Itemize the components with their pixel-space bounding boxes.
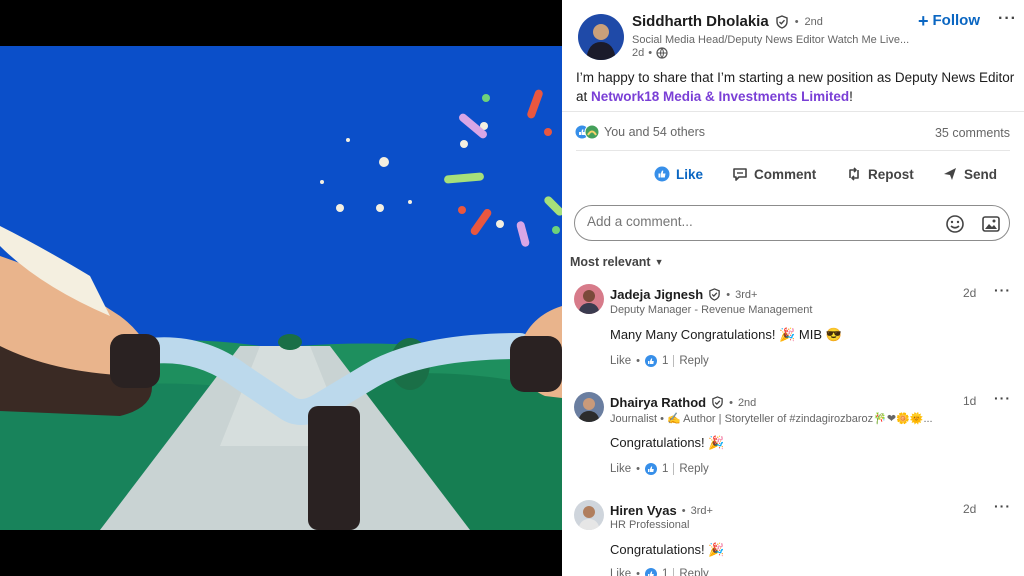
commenter-degree: 3rd+ xyxy=(690,504,713,517)
company-link[interactable]: Network18 Media & Investments Limited xyxy=(591,89,849,104)
comment-like-button[interactable]: Like xyxy=(610,463,631,475)
post-time: 2d xyxy=(632,47,645,59)
globe-icon xyxy=(656,47,668,59)
person-avatar-icon xyxy=(578,506,600,530)
caret-down-icon: ▼ xyxy=(654,257,664,267)
comment-input[interactable] xyxy=(585,213,919,230)
verified-shield-icon xyxy=(712,396,723,409)
reaction-icons xyxy=(574,124,600,140)
post-more-icon[interactable]: ··· xyxy=(998,10,1017,28)
comment-like-button[interactable]: Like xyxy=(610,568,631,576)
comment-more-icon[interactable]: ··· xyxy=(994,282,1011,298)
separator xyxy=(673,355,675,367)
bike-illustration xyxy=(0,46,562,530)
commenter-headline: Journalist • ✍ Author | Storyteller of #… xyxy=(610,413,933,425)
author-degree: 2nd xyxy=(804,15,823,28)
comment-reply-button[interactable]: Reply xyxy=(679,355,708,367)
repost-button[interactable]: Repost xyxy=(846,166,914,182)
comment-text: Congratulations! 🎉 xyxy=(610,435,725,450)
comment-like-count: 1 xyxy=(661,463,669,475)
commenter-avatar[interactable] xyxy=(574,500,604,530)
post-text-end: ! xyxy=(849,89,853,104)
reactions-summary[interactable]: You and 54 others xyxy=(574,124,705,140)
commenter-name[interactable]: Dhairya Rathod xyxy=(610,395,706,410)
send-button[interactable]: Send xyxy=(942,166,997,182)
comment-bubble-icon xyxy=(733,168,747,181)
divider xyxy=(562,111,1024,112)
comment-more-icon[interactable]: ··· xyxy=(994,390,1011,406)
separator xyxy=(673,463,675,475)
divider xyxy=(576,150,1010,151)
person-avatar-icon xyxy=(578,398,600,422)
comment-like-button[interactable]: Like xyxy=(610,355,631,367)
send-label: Send xyxy=(964,166,998,182)
commenter-degree: 2nd xyxy=(737,396,757,409)
comments-count[interactable]: 35 comments xyxy=(935,126,1010,140)
commenter-name[interactable]: Jadeja Jignesh xyxy=(610,287,703,302)
comment-text: Many Many Congratulations! 🎉 MIB 😎 xyxy=(610,327,842,342)
follow-button[interactable]: + Follow xyxy=(918,10,981,31)
comment-label: Comment xyxy=(754,166,817,182)
action-bar: Like Comment Repost Send xyxy=(562,160,1024,190)
author-headline: Social Media Head/Deputy News Editor Wat… xyxy=(632,34,910,46)
comment-like-count: 1 xyxy=(661,568,669,576)
commenter-headline: HR Professional xyxy=(610,519,690,531)
comment-time: 2d xyxy=(963,502,977,516)
reactions-count: You and 54 others xyxy=(604,125,706,139)
commenter-avatar[interactable] xyxy=(574,392,604,422)
repost-label: Repost xyxy=(868,166,914,182)
author-avatar[interactable] xyxy=(578,14,624,60)
commenter-headline: Deputy Manager - Revenue Management xyxy=(610,304,813,316)
comment-reply-button[interactable]: Reply xyxy=(679,568,708,576)
sort-label: Most relevant xyxy=(570,255,651,269)
like-label: Like xyxy=(676,166,704,182)
verified-shield-icon xyxy=(709,288,721,301)
verified-shield-icon xyxy=(775,14,788,29)
comment-reply-button[interactable]: Reply xyxy=(679,463,708,475)
plus-icon: + xyxy=(918,10,929,31)
comment-button[interactable]: Comment xyxy=(732,166,816,182)
person-avatar-icon xyxy=(586,24,616,60)
sort-dropdown[interactable]: Most relevant ▼ xyxy=(570,255,664,269)
comment-like-count: 1 xyxy=(661,355,669,367)
post-text: I’m happy to share that I’m starting a n… xyxy=(576,68,1016,106)
comment-text: Congratulations! 🎉 xyxy=(610,542,725,557)
author-name[interactable]: Siddharth Dholakia xyxy=(632,13,769,30)
like-reaction-icon xyxy=(644,463,657,475)
comment-time: 1d xyxy=(963,394,977,408)
like-thumb-icon xyxy=(654,166,670,182)
commenter-avatar[interactable] xyxy=(574,284,604,314)
repost-icon xyxy=(849,167,859,181)
like-reaction-icon xyxy=(644,568,657,576)
separator xyxy=(673,568,675,576)
comment-box xyxy=(574,205,1010,241)
image-icon[interactable] xyxy=(981,214,1001,234)
emoji-icon[interactable] xyxy=(945,214,965,234)
comment-more-icon[interactable]: ··· xyxy=(994,498,1011,514)
comment-time: 2d xyxy=(963,286,977,300)
like-button[interactable]: Like xyxy=(654,166,703,182)
person-avatar-icon xyxy=(578,290,600,314)
commenter-name[interactable]: Hiren Vyas xyxy=(610,503,677,518)
like-reaction-icon xyxy=(644,355,657,367)
post-media xyxy=(0,0,562,576)
send-paper-plane-icon xyxy=(944,168,956,180)
commenter-degree: 3rd+ xyxy=(735,288,758,301)
follow-label: Follow xyxy=(932,12,981,29)
post-panel: Siddharth Dholakia • 2nd Social Media He… xyxy=(562,0,1024,576)
